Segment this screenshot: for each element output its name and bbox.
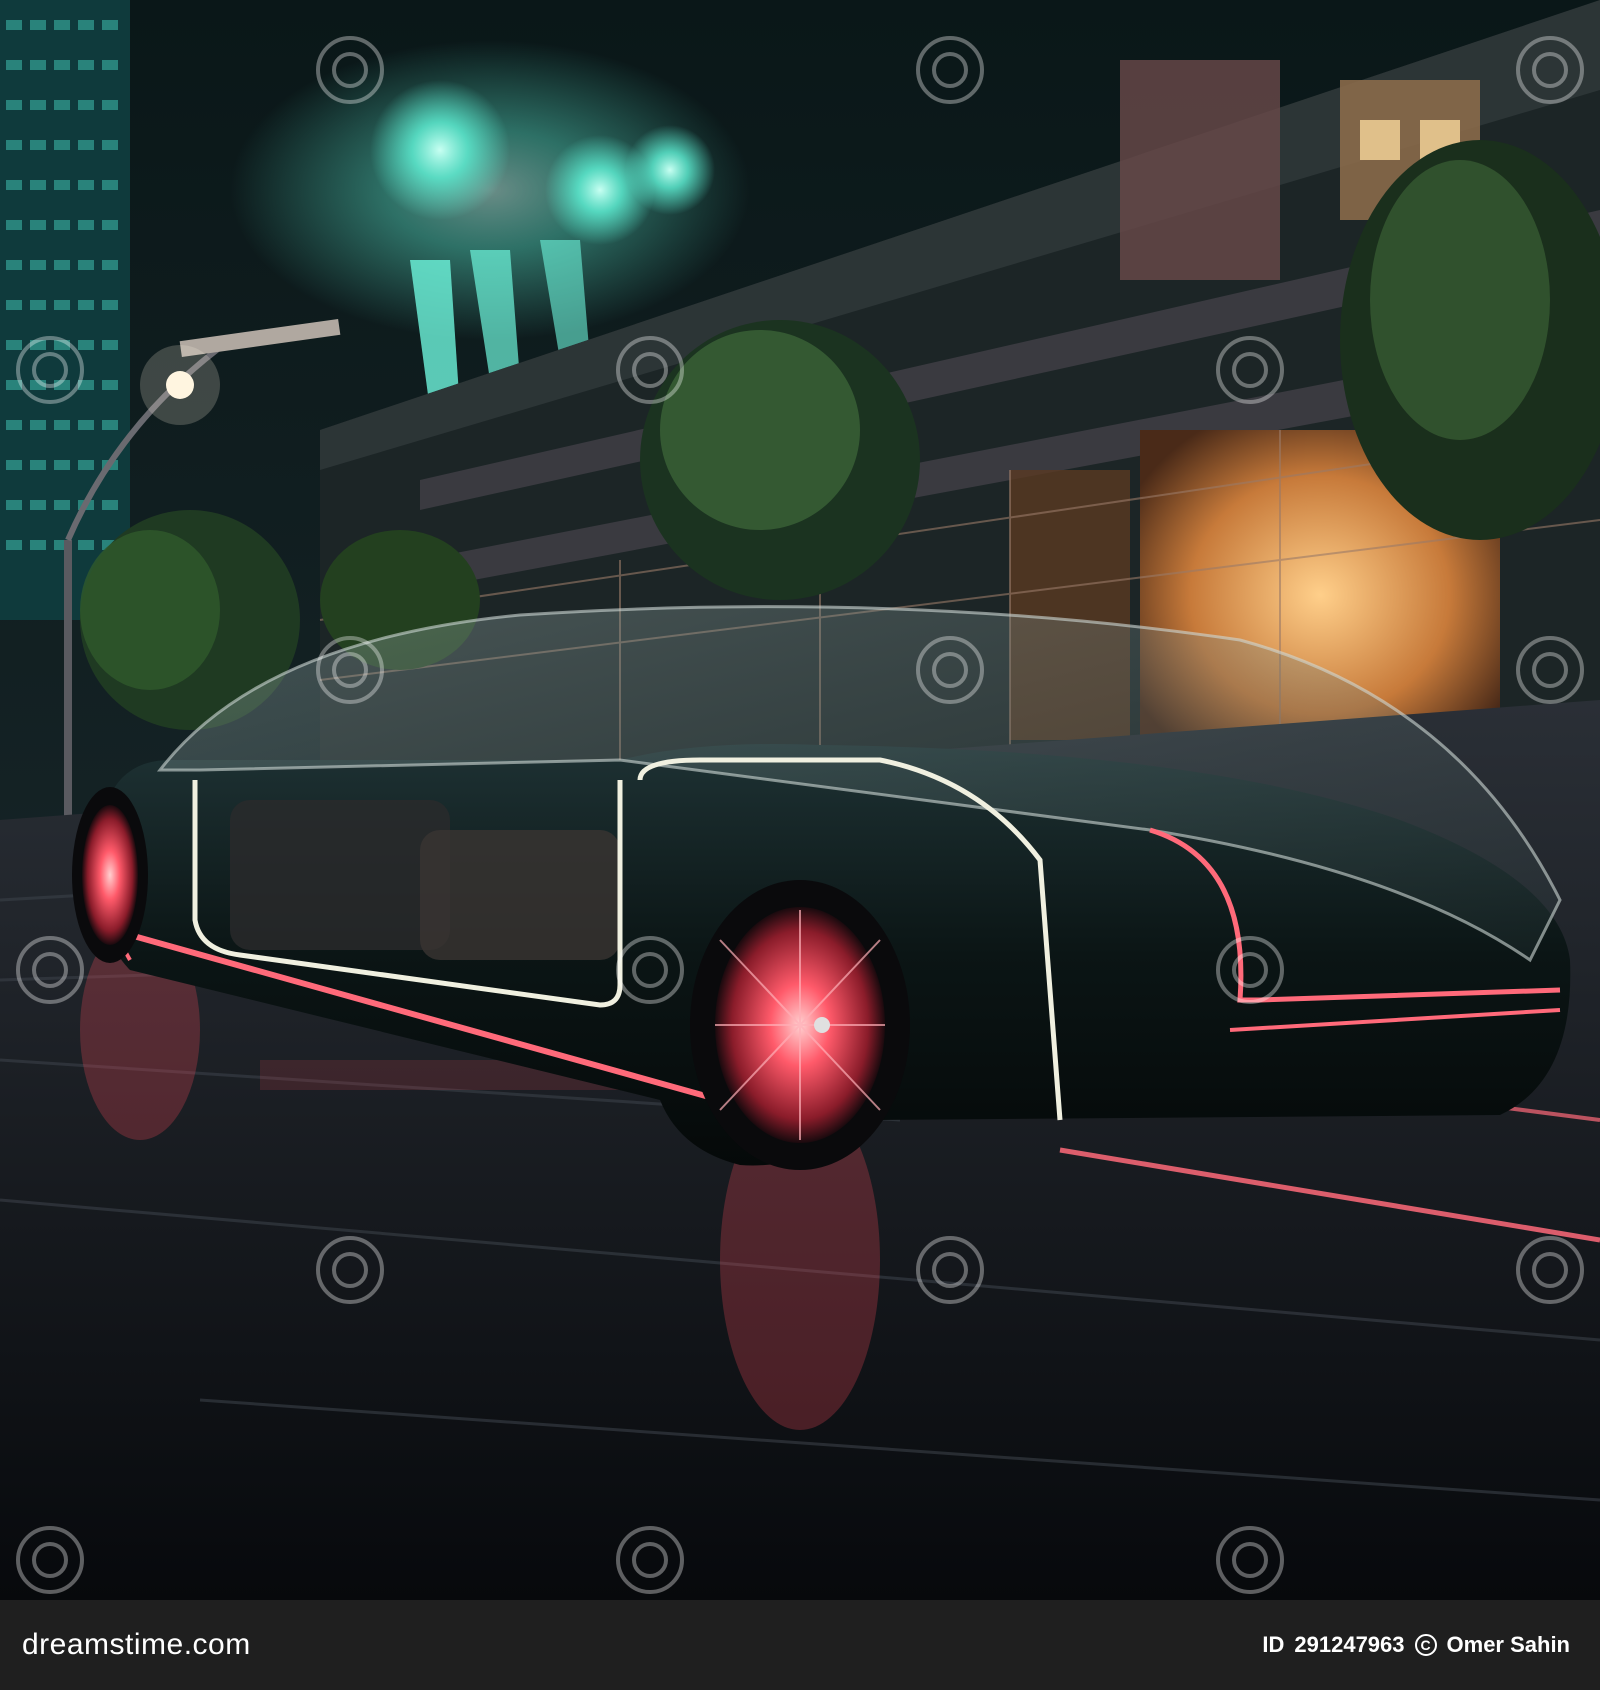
image-id-label: ID [1262,1632,1285,1657]
site-logo[interactable]: dreamstime.com [22,1628,251,1662]
futuristic-car-scene [0,0,1600,1600]
author-name: Omer Sahin [1446,1632,1570,1657]
stock-photo [0,0,1600,1600]
image-credit: ID 291247963 C Omer Sahin [1262,1632,1570,1658]
rear-wheel [72,787,148,963]
stock-footer-bar: dreamstime.com ID 291247963 C Omer Sahin [0,1600,1600,1690]
copyright-icon: C [1414,1634,1437,1656]
front-wheel [690,880,910,1170]
image-id: 291247963 [1294,1632,1405,1657]
left-skyscraper [0,0,130,620]
